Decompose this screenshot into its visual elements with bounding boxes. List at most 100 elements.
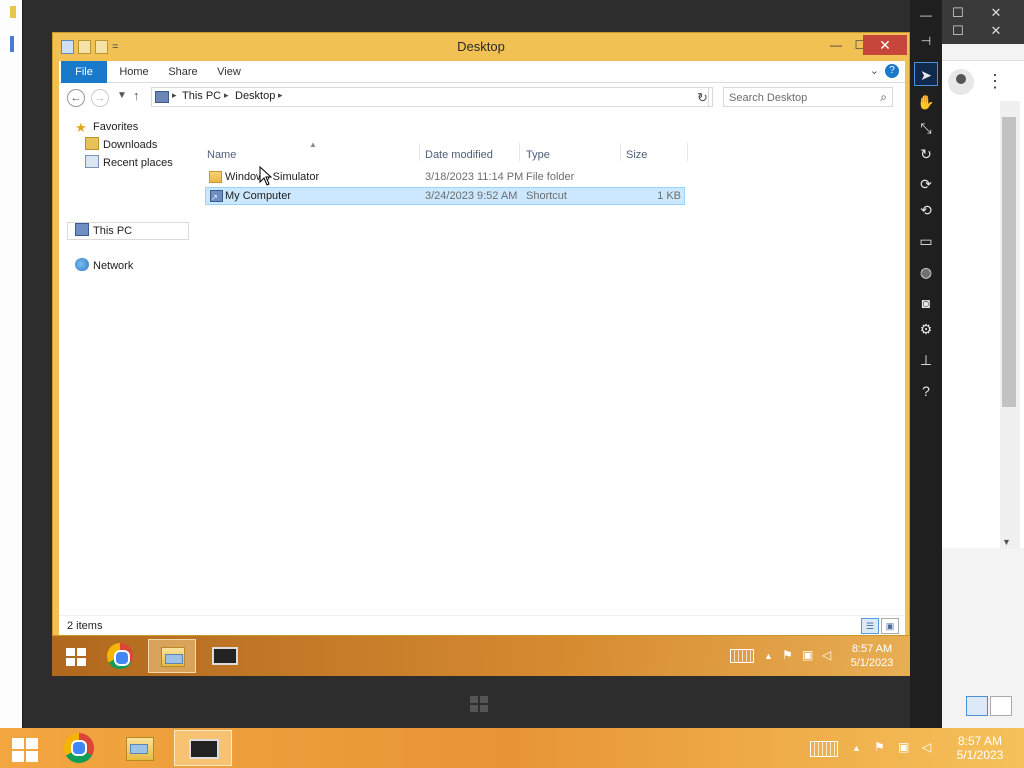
file-row[interactable]: My Computer 3/24/2023 9:52 AM Shortcut 1… xyxy=(205,187,685,205)
rotate-counterclockwise-icon[interactable]: ⟲ xyxy=(914,198,938,222)
nav-downloads[interactable]: Downloads xyxy=(85,137,157,153)
star-icon: ★ xyxy=(75,120,87,135)
file-row[interactable]: Windows Simulator 3/18/2023 11:14 PM Fil… xyxy=(205,169,685,187)
address-bar[interactable]: ▸ This PC ▸ Desktop ▸ ⌄ xyxy=(151,87,709,107)
column-date-modified[interactable]: Date modified xyxy=(425,149,493,161)
host-maximize-icon[interactable]: ☐ xyxy=(944,4,972,22)
ribbon-tabs: File Home Share View ⌄ ? xyxy=(59,61,905,83)
host-clock[interactable]: 8:57 AM 5/1/2023 xyxy=(948,734,1012,762)
tab-view[interactable]: View xyxy=(209,61,249,83)
tab-home[interactable]: Home xyxy=(113,61,155,83)
breadcrumb-desktop[interactable]: Desktop xyxy=(235,90,275,102)
action-center-flag-icon[interactable]: ⚑ xyxy=(874,740,885,754)
minimize-button[interactable]: — xyxy=(823,35,849,55)
search-input[interactable] xyxy=(729,90,869,105)
tab-file[interactable]: File xyxy=(61,61,107,83)
details-view-icon[interactable]: ☰ xyxy=(861,618,879,634)
file-explorer-icon xyxy=(126,737,154,761)
rotate-clockwise-icon[interactable]: ⟳ xyxy=(914,172,938,196)
taskbar-file-explorer[interactable] xyxy=(148,639,196,673)
search-icon[interactable]: ⌕ xyxy=(880,90,887,105)
computer-icon xyxy=(75,223,89,236)
host-taskbar-chrome[interactable] xyxy=(52,730,110,766)
forward-button[interactable]: → xyxy=(91,89,109,107)
taskbar-desktop-app[interactable] xyxy=(200,639,248,673)
tab-share[interactable]: Share xyxy=(163,61,203,83)
column-size[interactable]: Size xyxy=(626,149,647,161)
profile-avatar-icon[interactable] xyxy=(948,69,974,95)
help-icon[interactable]: ? xyxy=(914,379,938,403)
network-tray-icon[interactable]: ▣ xyxy=(898,740,909,754)
nav-recent-places[interactable]: Recent places xyxy=(85,155,173,171)
show-hidden-icons[interactable]: ▲ xyxy=(852,743,861,753)
show-hidden-icons[interactable]: ▲ xyxy=(764,651,773,661)
touch-keyboard-icon[interactable] xyxy=(810,741,838,757)
column-divider[interactable] xyxy=(620,143,621,161)
expand-ribbon-icon[interactable]: ⌄ xyxy=(870,64,879,78)
search-box[interactable]: ⌕ xyxy=(723,87,893,107)
nav-favorites[interactable]: ★ Favorites xyxy=(75,119,138,135)
column-type[interactable]: Type xyxy=(526,149,550,161)
close-button[interactable]: ✕ xyxy=(863,35,907,55)
nav-this-pc[interactable]: This PC xyxy=(75,223,132,239)
pinch-icon[interactable]: ⤡ xyxy=(914,116,938,140)
back-button[interactable]: ← xyxy=(67,89,85,107)
breadcrumb-separator[interactable]: ▸ xyxy=(278,90,283,101)
file-name: My Computer xyxy=(225,190,292,202)
column-divider[interactable] xyxy=(519,143,520,161)
explorer-content: ★ Favorites Downloads Recent places This … xyxy=(59,113,905,615)
touch-keyboard-icon[interactable] xyxy=(730,649,754,663)
title-bar[interactable]: = Desktop — ☐ ✕ xyxy=(53,33,909,61)
minimize-icon[interactable]: — xyxy=(910,8,942,22)
pin-toolbar-icon[interactable]: ⊣ xyxy=(910,34,942,48)
monitor-icon xyxy=(189,739,219,759)
action-center-flag-icon[interactable]: ⚑ xyxy=(782,648,793,662)
chrome-icon xyxy=(107,643,133,669)
breadcrumb-separator[interactable]: ▸ xyxy=(224,90,229,101)
host-taskbar-simulator[interactable] xyxy=(174,730,232,766)
column-name[interactable]: Name xyxy=(207,149,236,161)
refresh-button[interactable]: ↻ xyxy=(693,87,713,107)
inner-clock[interactable]: 8:57 AM 5/1/2023 xyxy=(844,642,900,670)
volume-muted-icon[interactable]: ◁ xyxy=(922,740,931,754)
host-scrollbar[interactable]: ▼ xyxy=(1000,101,1020,549)
column-divider[interactable] xyxy=(419,143,420,161)
status-bar: 2 items ☰ ▣ xyxy=(59,615,905,635)
host-restore-icon[interactable]: ☐ xyxy=(944,22,972,40)
host-scrollbar-thumb[interactable] xyxy=(1002,117,1016,407)
volume-icon[interactable]: ◁ xyxy=(822,648,831,662)
scroll-down-icon[interactable]: ▼ xyxy=(1002,537,1011,547)
recent-locations-icon[interactable]: ▼ xyxy=(117,90,127,101)
pointer-icon[interactable]: ➤ xyxy=(914,62,938,86)
network-icon[interactable]: ◍ xyxy=(914,260,938,284)
window-title: Desktop xyxy=(457,39,505,54)
host-close-icon[interactable]: ✕ xyxy=(982,4,1010,22)
file-explorer-window: = Desktop — ☐ ✕ File Home Share View ⌄ ?… xyxy=(52,32,910,636)
nav-network[interactable]: Network xyxy=(75,258,133,274)
settings-icon[interactable]: ⚙ xyxy=(914,317,938,341)
breadcrumb-this-pc[interactable]: This PC xyxy=(182,90,221,102)
details-view-icon[interactable] xyxy=(966,696,988,716)
help-button-icon[interactable]: ? xyxy=(885,64,899,78)
rotate-touch-icon[interactable]: ↻ xyxy=(914,142,938,166)
more-options-icon[interactable]: ⋮ xyxy=(986,71,1004,91)
taskbar-chrome[interactable] xyxy=(96,639,144,673)
navigation-pane: ★ Favorites Downloads Recent places This … xyxy=(59,113,197,615)
column-divider[interactable] xyxy=(687,143,688,161)
large-icons-view-icon[interactable]: ▣ xyxy=(881,618,899,634)
pin-icon[interactable]: ⊥ xyxy=(914,348,938,372)
host-start-button[interactable] xyxy=(0,730,50,766)
file-type: File folder xyxy=(526,171,575,183)
large-icons-view-icon[interactable] xyxy=(990,696,1012,716)
breadcrumb-separator[interactable]: ▸ xyxy=(172,90,177,101)
host-taskbar-file-explorer[interactable] xyxy=(112,730,170,766)
resolution-icon[interactable]: ▭ xyxy=(914,229,938,253)
simulator-windows-button[interactable] xyxy=(468,694,492,716)
up-button[interactable]: ↑ xyxy=(133,88,140,103)
windows-logo-icon xyxy=(12,738,38,762)
hand-icon[interactable]: ✋ xyxy=(914,90,938,114)
screenshot-icon[interactable]: ◙ xyxy=(914,291,938,315)
network-tray-icon[interactable]: ▣ xyxy=(802,648,813,662)
start-button[interactable] xyxy=(52,639,100,673)
host-close-icon-2[interactable]: ✕ xyxy=(982,22,1010,40)
